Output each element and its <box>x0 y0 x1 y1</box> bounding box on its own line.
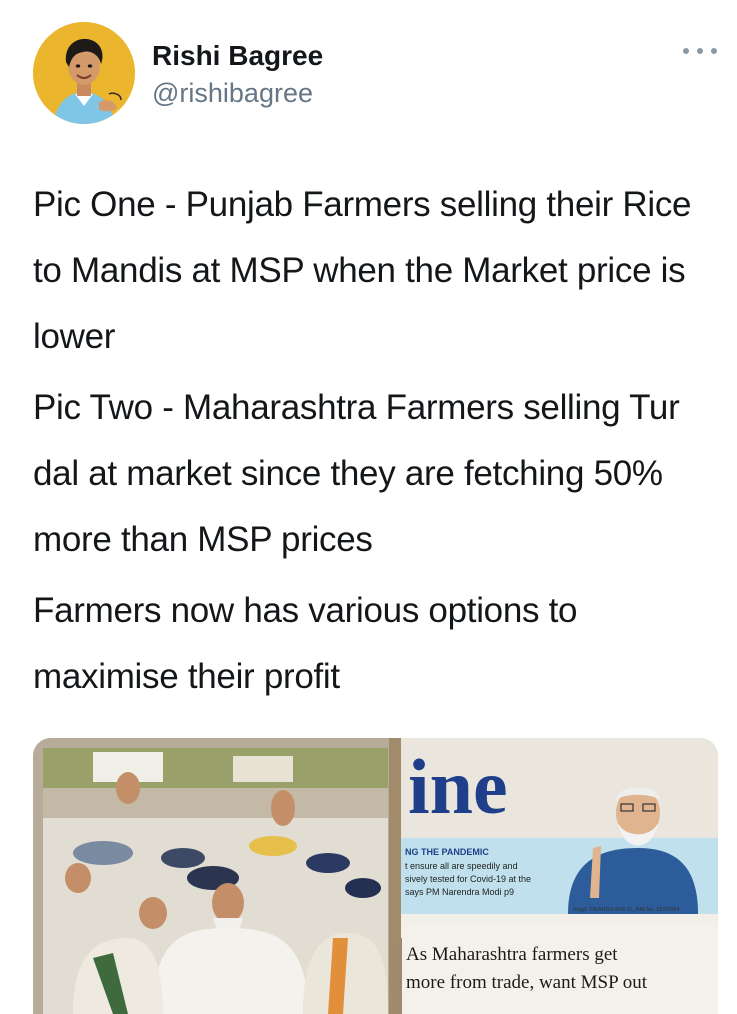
registration-line: Regd. TN/ARD/14/09-11, RNI No. 55320/54 <box>573 907 680 913</box>
more-horizontal-icon <box>711 48 717 54</box>
headline-line-1: As Maharashtra farmers get <box>406 944 618 965</box>
tweet-paragraph-2: Pic Two - Maharashtra Farmers selling Tu… <box>33 388 680 559</box>
pandemic-heading: NG THE PANDEMIC <box>405 847 489 857</box>
masthead-text: ine <box>408 743 508 830</box>
tweet-text: Pic One - Punjab Farmers selling their R… <box>33 172 723 715</box>
avatar[interactable] <box>33 22 135 124</box>
tweet-paragraph-1: Pic One - Punjab Farmers selling their R… <box>33 185 692 356</box>
author-name[interactable]: Rishi Bagree <box>152 40 323 72</box>
tweet-header: Rishi Bagree @rishibagree <box>33 22 723 132</box>
author-handle[interactable]: @rishibagree <box>152 78 313 109</box>
tweet-media-photo[interactable]: ine NG THE PANDEMIC t ensure all are spe… <box>33 738 718 1014</box>
tweet-paragraph-3: Farmers now has various options to maxim… <box>33 591 578 696</box>
more-horizontal-icon <box>697 48 703 54</box>
more-options-button[interactable] <box>683 44 717 58</box>
newspaper-photo: ine NG THE PANDEMIC t ensure all are spe… <box>33 738 718 1014</box>
pandemic-line-1: t ensure all are speedily and <box>405 861 518 871</box>
pandemic-line-2: sively tested for Covid-19 at the <box>405 874 531 884</box>
more-horizontal-icon <box>683 48 689 54</box>
pandemic-line-3: says PM Narendra Modi p9 <box>405 887 514 897</box>
headline-line-2: more from trade, want MSP out <box>406 972 648 993</box>
user-avatar-illustration <box>33 22 135 124</box>
